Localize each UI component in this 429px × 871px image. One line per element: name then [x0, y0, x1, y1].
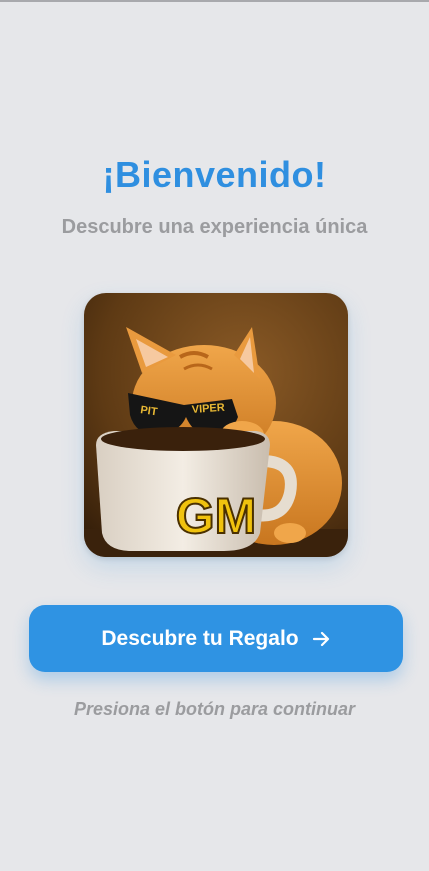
discover-gift-button[interactable]: Descubre tu Regalo: [29, 605, 403, 672]
welcome-screen: ¡Bienvenido! Descubre una experiencia ún…: [0, 0, 429, 871]
top-divider: [0, 0, 429, 2]
page-subtitle: Descubre una experiencia única: [61, 216, 368, 238]
page-title: ¡Bienvenido!: [102, 154, 327, 195]
continue-hint: Presiona el botón para continuar: [73, 699, 356, 719]
sunglasses-brand-right: VIPER: [191, 402, 225, 416]
discover-gift-label: Descubre tu Regalo: [101, 626, 299, 650]
arrow-right-icon: [312, 631, 329, 646]
mug-text: GM: [176, 488, 257, 544]
sunglasses-brand-left: PIT: [140, 404, 159, 418]
hero-image: PIT VIPER GM: [84, 293, 348, 557]
kitten-coffee-illustration: PIT VIPER GM: [84, 293, 348, 557]
